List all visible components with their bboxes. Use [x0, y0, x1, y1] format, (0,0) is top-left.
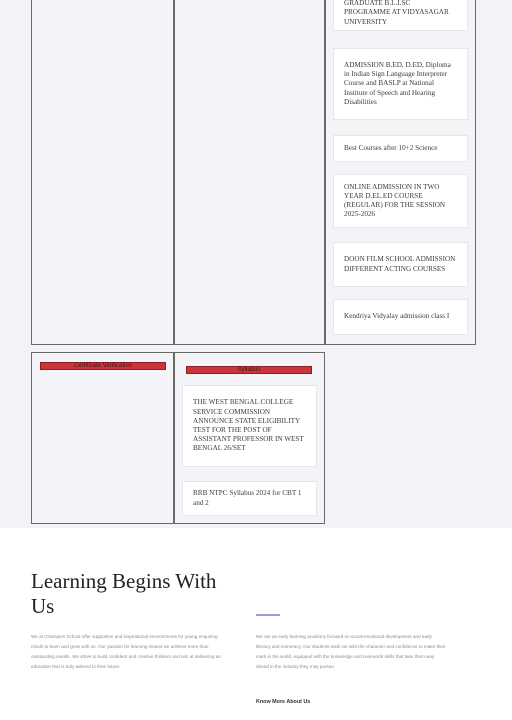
syllabus-card-text[interactable]: THE WEST BENGAL COLLEGE SERVICE COMMISSI… — [193, 398, 306, 453]
column-middle-top — [174, 0, 325, 345]
notice-card[interactable]: DOON FILM SCHOOL ADMISSION DIFFERENT ACT… — [333, 242, 468, 287]
syllabus-card[interactable]: RRB NTPC Syllabus 2024 for CBT 1 and 2 — [182, 481, 317, 516]
notice-card-text[interactable]: GRADUATE B.L.I.SC PROGRAMME AT VIDYASAGA… — [344, 0, 457, 27]
know-more-link[interactable]: Know More About Us — [256, 699, 310, 705]
accent-divider — [256, 614, 280, 616]
notice-card-text[interactable]: Best Courses after 10+2 Science — [344, 144, 437, 153]
syllabus-header[interactable]: Syllabus — [186, 366, 312, 374]
about-left-text: We at Champion School offer supportive a… — [31, 634, 221, 669]
about-heading: Learning Begins With Us — [31, 569, 217, 618]
certificate-verification-header[interactable]: Certificate Verification — [40, 362, 166, 370]
notice-card[interactable]: GRADUATE B.L.I.SC PROGRAMME AT VIDYASAGA… — [333, 0, 468, 31]
about-right-text: We are an early learning academy focused… — [256, 634, 446, 669]
notice-card[interactable]: ONLINE ADMISSION IN TWO YEAR D.EL.ED COU… — [333, 174, 468, 228]
notice-card-text[interactable]: ADMISSION B.ED, D.ED, Diploma in Indian … — [344, 61, 457, 107]
certificate-verification-column: Certificate Verification — [31, 352, 174, 524]
syllabus-column: Syllabus THE WEST BENGAL COLLEGE SERVICE… — [174, 352, 325, 524]
column-left-top — [31, 0, 174, 345]
syllabus-card-text[interactable]: RRB NTPC Syllabus 2024 for CBT 1 and 2 — [193, 489, 306, 507]
notice-card[interactable]: ADMISSION B.ED, D.ED, Diploma in Indian … — [333, 48, 468, 120]
column-right-top: GRADUATE B.L.I.SC PROGRAMME AT VIDYASAGA… — [325, 0, 476, 345]
about-section: Learning Begins With Us We at Champion S… — [0, 528, 512, 720]
notice-card-text[interactable]: Kendriya Vidyalay admission class I — [344, 312, 449, 321]
notice-card-text[interactable]: ONLINE ADMISSION IN TWO YEAR D.EL.ED COU… — [344, 183, 457, 220]
notices-section: GRADUATE B.L.I.SC PROGRAMME AT VIDYASAGA… — [0, 0, 512, 528]
notice-card-text[interactable]: DOON FILM SCHOOL ADMISSION DIFFERENT ACT… — [344, 255, 457, 273]
syllabus-card[interactable]: THE WEST BENGAL COLLEGE SERVICE COMMISSI… — [182, 385, 317, 467]
notice-card[interactable]: Kendriya Vidyalay admission class I — [333, 299, 468, 335]
notice-card[interactable]: Best Courses after 10+2 Science — [333, 135, 468, 162]
